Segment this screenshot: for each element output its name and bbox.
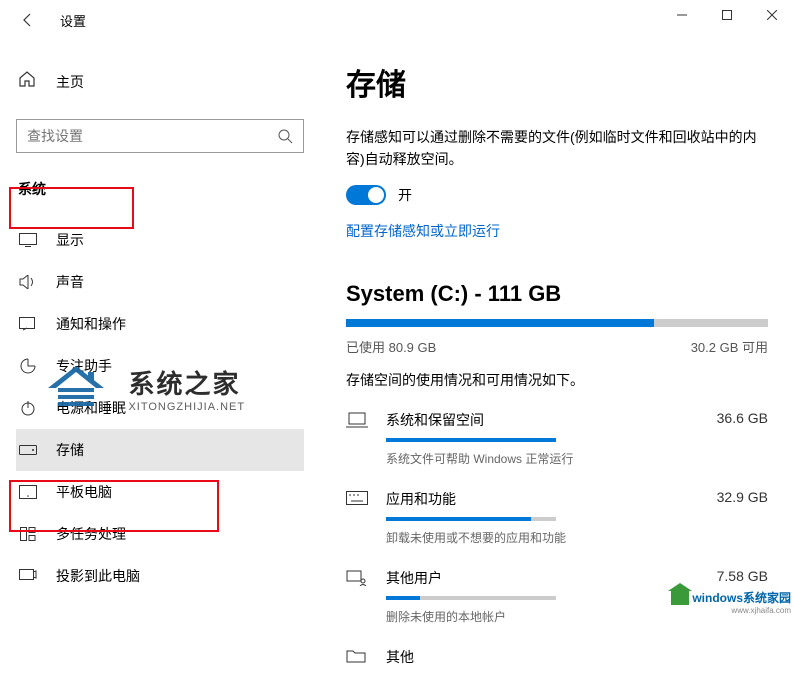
nav-project[interactable]: 投影到此电脑 [16,555,304,597]
tablet-icon [18,485,38,499]
toggle-label: 开 [398,185,412,205]
folder-icon [346,647,370,675]
category-other[interactable]: 其他 [346,647,768,675]
cat-name: 应用和功能 [386,489,456,509]
close-button[interactable] [749,0,794,30]
storage-sense-desc: 存储感知可以通过删除不需要的文件(例如临时文件和回收站中的内容)自动释放空间。 [346,126,768,171]
nav-label: 投影到此电脑 [56,566,140,586]
nav-label: 平板电脑 [56,482,112,502]
category-system[interactable]: 系统和保留空间 36.6 GB 系统文件可帮助 Windows 正常运行 [346,410,768,467]
sound-icon [18,275,38,289]
drive-title: System (C:) - 111 GB [346,281,768,307]
laptop-icon [346,410,370,467]
cat-sub: 删除未使用的本地帐户 [386,608,768,625]
nav-notifications[interactable]: 通知和操作 [16,303,304,345]
drive-usage-bar [346,319,768,327]
keyboard-icon [346,489,370,546]
cat-sub: 卸载未使用或不想要的应用和功能 [386,529,768,546]
nav-storage[interactable]: 存储 [16,429,304,471]
configure-link[interactable]: 配置存储感知或立即运行 [346,221,500,241]
back-button[interactable] [12,4,44,36]
nav-label: 专注助手 [56,356,112,376]
nav-label: 存储 [56,440,84,460]
cat-size: 32.9 GB [717,489,768,509]
project-icon [18,569,38,583]
nav-label: 显示 [56,230,84,250]
search-icon [277,128,293,149]
window-title: 设置 [60,11,86,30]
drive-desc: 存储空间的使用情况和可用情况如下。 [346,370,768,390]
nav-power[interactable]: 电源和睡眠 [16,387,304,429]
nav-label: 多任务处理 [56,524,126,544]
section-header-system: 系统 [16,171,304,207]
notification-icon [18,317,38,331]
storage-icon [18,445,38,455]
focus-icon [18,358,38,374]
power-icon [18,400,38,416]
multitask-icon [18,527,38,541]
search-input[interactable] [27,128,293,144]
nav-tablet[interactable]: 平板电脑 [16,471,304,513]
search-box[interactable] [16,119,304,153]
cat-size: 7.58 GB [717,568,768,588]
nav-display[interactable]: 显示 [16,219,304,261]
display-icon [18,233,38,247]
drive-free: 30.2 GB 可用 [691,337,768,356]
drive-usage-fill [346,319,654,327]
drive-used: 已使用 80.9 GB [346,337,436,356]
nav-label: 电源和睡眠 [56,398,126,418]
home-label: 主页 [56,72,84,92]
sidebar: 主页 系统 显示 声音 通知和操作 专注助手 电源和睡眠 存储 [0,40,320,615]
main-content: 存储 存储感知可以通过删除不需要的文件(例如临时文件和回收站中的内容)自动释放空… [320,40,794,615]
nav-label: 通知和操作 [56,314,126,334]
cat-sub: 系统文件可帮助 Windows 正常运行 [386,450,768,467]
users-icon [346,568,370,625]
nav-label: 声音 [56,272,84,292]
category-apps[interactable]: 应用和功能 32.9 GB 卸载未使用或不想要的应用和功能 [346,489,768,546]
nav-multitask[interactable]: 多任务处理 [16,513,304,555]
home-icon [18,70,38,93]
maximize-button[interactable] [704,0,749,30]
nav-focus[interactable]: 专注助手 [16,345,304,387]
nav-sound[interactable]: 声音 [16,261,304,303]
cat-size: 36.6 GB [717,410,768,430]
cat-name: 其他 [386,647,414,667]
cat-name: 其他用户 [386,568,442,588]
cat-name: 系统和保留空间 [386,410,484,430]
minimize-button[interactable] [659,0,704,30]
category-other-users[interactable]: 其他用户 7.58 GB 删除未使用的本地帐户 [346,568,768,625]
storage-sense-toggle[interactable] [346,185,386,205]
home-button[interactable]: 主页 [16,64,304,99]
page-title: 存储 [346,60,768,104]
